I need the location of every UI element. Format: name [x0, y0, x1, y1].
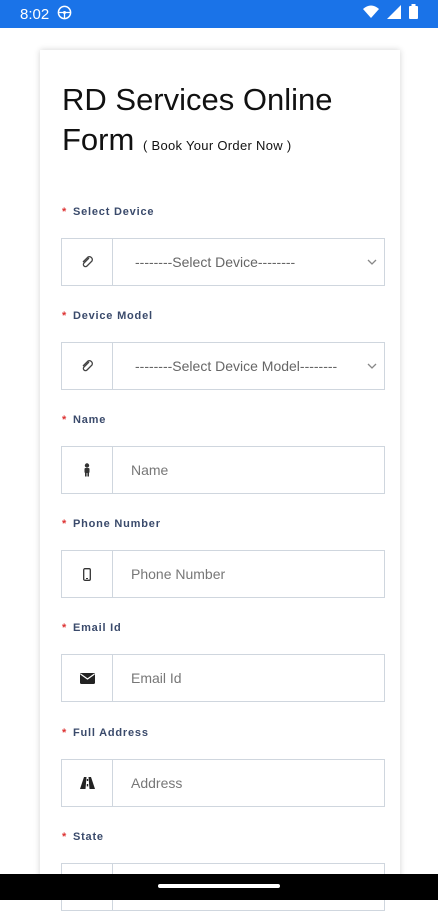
name-input[interactable]: Name — [113, 447, 384, 493]
required-mark: * — [62, 206, 68, 218]
label-text: Full Address — [72, 727, 149, 739]
label-text: Email Id — [72, 622, 122, 634]
form-title-block: RD Services Online Form ( Book Your Orde… — [62, 80, 382, 166]
status-bar: 8:02 — [0, 0, 438, 28]
required-mark: * — [62, 310, 68, 322]
status-right — [363, 4, 418, 24]
label-text: State — [72, 831, 104, 843]
label-device-model: * Device Model — [62, 310, 153, 322]
required-mark: * — [62, 518, 68, 530]
form-card: RD Services Online Form ( Book Your Orde… — [40, 50, 400, 911]
steering-wheel-icon — [57, 5, 72, 24]
home-gesture-handle[interactable] — [158, 884, 280, 888]
name-field[interactable]: Name — [61, 446, 385, 494]
label-full-address: * Full Address — [62, 727, 149, 739]
label-phone-number: * Phone Number — [62, 518, 161, 530]
page-subtitle: ( Book Your Order Now ) — [142, 138, 292, 153]
device-model-value: --------Select Device Model-------- — [135, 358, 338, 374]
battery-icon — [409, 4, 418, 24]
label-email-id: * Email Id — [62, 622, 122, 634]
navigation-bar — [0, 874, 438, 900]
label-name: * Name — [62, 414, 106, 426]
status-left: 8:02 — [20, 5, 72, 24]
label-text: Select Device — [72, 206, 155, 218]
phone-number-field[interactable]: Phone Number — [61, 550, 385, 598]
required-mark: * — [62, 622, 68, 634]
label-text: Device Model — [72, 310, 153, 322]
chevron-down-icon — [360, 343, 384, 389]
label-select-device: * Select Device — [62, 206, 154, 218]
required-mark: * — [62, 727, 68, 739]
paperclip-icon — [62, 343, 113, 389]
address-input[interactable]: Address — [113, 760, 384, 806]
full-address-field[interactable]: Address — [61, 759, 385, 807]
device-model-dropdown[interactable]: --------Select Device Model-------- — [61, 342, 385, 390]
email-id-input[interactable]: Email Id — [113, 655, 384, 701]
status-time: 8:02 — [20, 5, 50, 23]
road-icon — [62, 760, 113, 806]
label-text: Phone Number — [72, 518, 161, 530]
required-mark: * — [62, 414, 68, 426]
select-device-value: --------Select Device-------- — [135, 254, 296, 270]
mobile-phone-icon — [62, 551, 113, 597]
envelope-icon — [62, 655, 113, 701]
label-text: Name — [72, 414, 107, 426]
person-icon — [62, 447, 113, 493]
cellular-signal-icon — [387, 4, 401, 24]
select-device-dropdown[interactable]: --------Select Device-------- — [61, 238, 385, 286]
wifi-icon — [363, 5, 379, 24]
required-mark: * — [62, 831, 68, 843]
paperclip-icon — [62, 239, 113, 285]
label-state: * State — [62, 831, 104, 843]
email-id-field[interactable]: Email Id — [61, 654, 385, 702]
chevron-down-icon — [360, 239, 384, 285]
phone-number-input[interactable]: Phone Number — [113, 551, 384, 597]
